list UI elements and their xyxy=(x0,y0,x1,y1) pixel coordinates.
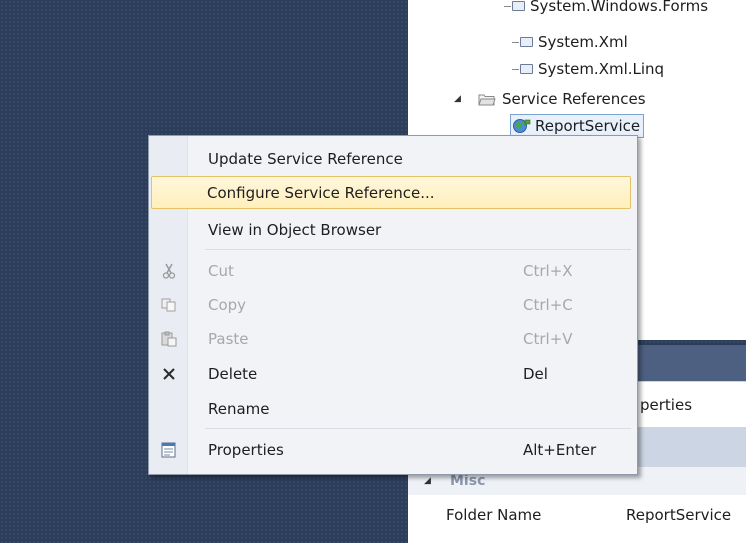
reference-icon xyxy=(504,1,530,11)
category-label: Misc xyxy=(450,473,486,489)
property-value[interactable]: ReportService xyxy=(626,506,731,524)
context-menu[interactable]: Update Service Reference Configure Servi… xyxy=(148,135,638,475)
properties-icon xyxy=(151,442,187,458)
menu-item-shortcut: Ctrl+X xyxy=(523,261,573,280)
tree-item-system-xml[interactable]: System.Xml xyxy=(512,30,628,54)
menu-item-delete[interactable]: Delete Del xyxy=(151,357,633,390)
properties-grid[interactable]: ◢ Misc Folder Name ReportService xyxy=(408,467,746,543)
copy-icon xyxy=(151,298,187,312)
reference-icon xyxy=(512,64,538,74)
menu-item-shortcut: Del xyxy=(523,364,548,383)
menu-item-properties[interactable]: Properties Alt+Enter xyxy=(151,433,633,466)
reference-icon xyxy=(512,37,538,47)
menu-item-paste[interactable]: Paste Ctrl+V xyxy=(151,322,633,355)
scissors-icon xyxy=(151,263,187,279)
menu-item-shortcut: Ctrl+V xyxy=(523,329,573,348)
menu-item-label: Update Service Reference xyxy=(208,149,403,168)
property-row-folder-name[interactable]: Folder Name ReportService xyxy=(408,495,746,535)
tree-item-label: System.Windows.Forms xyxy=(530,0,709,15)
tree-item-label: System.Xml.Linq xyxy=(538,60,665,78)
paste-icon xyxy=(151,331,187,347)
properties-object-selector-text: perties xyxy=(640,396,693,414)
menu-item-shortcut: Alt+Enter xyxy=(523,440,597,459)
menu-item-rename[interactable]: Rename xyxy=(151,392,633,425)
tree-item-label: System.Xml xyxy=(538,33,628,51)
menu-item-shortcut: Ctrl+C xyxy=(523,295,573,314)
folder-icon xyxy=(478,93,496,106)
delete-icon xyxy=(151,367,187,381)
collapse-arrow-icon[interactable]: ◢ xyxy=(408,476,450,486)
menu-item-label: Configure Service Reference... xyxy=(207,183,435,202)
tree-item-system-windows-forms[interactable]: System.Windows.Forms xyxy=(504,0,708,18)
menu-separator xyxy=(205,249,631,250)
expand-arrow-icon[interactable]: ◢ xyxy=(454,94,462,104)
tree-item-service-references[interactable]: ◢ Service References xyxy=(454,87,646,111)
tree-item-system-xml-linq[interactable]: System.Xml.Linq xyxy=(512,57,664,81)
menu-item-label: Rename xyxy=(208,399,270,418)
tree-item-label: ReportService xyxy=(535,117,641,135)
menu-item-label: View in Object Browser xyxy=(208,220,382,239)
menu-item-label: Cut xyxy=(208,261,234,280)
menu-item-update-service-reference[interactable]: Update Service Reference xyxy=(151,142,633,175)
property-name: Folder Name xyxy=(446,506,542,524)
menu-item-cut[interactable]: Cut Ctrl+X xyxy=(151,254,633,287)
service-reference-icon xyxy=(513,118,531,134)
menu-item-label: Copy xyxy=(208,295,247,314)
menu-item-copy[interactable]: Copy Ctrl+C xyxy=(151,288,633,321)
menu-item-configure-service-reference[interactable]: Configure Service Reference... xyxy=(151,176,631,209)
menu-item-label: Delete xyxy=(208,364,258,383)
menu-item-label: Paste xyxy=(208,329,249,348)
menu-item-view-in-object-browser[interactable]: View in Object Browser xyxy=(151,213,633,246)
tree-item-label: Service References xyxy=(502,90,646,108)
menu-separator xyxy=(205,428,631,429)
menu-item-label: Properties xyxy=(208,440,284,459)
